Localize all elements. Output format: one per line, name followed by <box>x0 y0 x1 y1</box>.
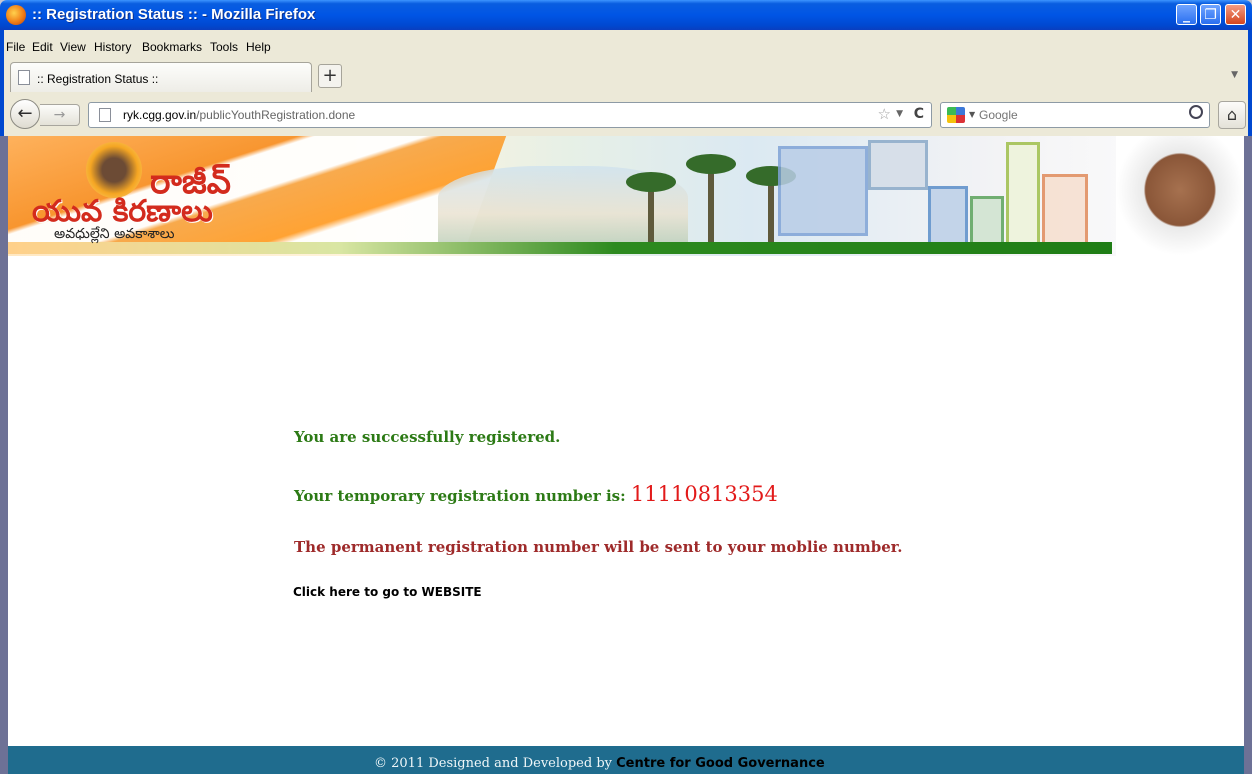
bookmark-star-icon[interactable]: ☆ <box>878 105 891 123</box>
menu-file[interactable]: File <box>6 40 25 54</box>
page-icon <box>99 108 111 122</box>
search-bar[interactable]: ▼ <box>940 102 1210 128</box>
engine-dropdown-icon[interactable]: ▼ <box>969 110 975 119</box>
menu-history[interactable]: History <box>94 40 131 54</box>
logo-tagline: అవధుల్లేని అవకాశాలు <box>54 226 175 242</box>
new-tab-button[interactable]: + <box>318 64 342 88</box>
palm-tree <box>686 154 736 244</box>
menu-help[interactable]: Help <box>246 40 271 54</box>
page-icon <box>18 70 30 85</box>
url-text[interactable]: ryk.cgg.gov.in/publicYouthRegistration.d… <box>123 108 355 122</box>
collage-panel <box>1042 174 1088 246</box>
forward-button[interactable]: → <box>40 104 80 126</box>
menu-bar: File Edit View History Bookmarks Tools H… <box>0 30 1252 60</box>
menu-view[interactable]: View <box>60 40 86 54</box>
collage-panel <box>970 196 1004 246</box>
footer-text: © 2011 Designed and Developed by Centre … <box>374 756 825 771</box>
website-link[interactable]: Click here to go to WEBSITE <box>293 585 482 599</box>
page-viewport: రాజీవ్ యువ కిరణాలు అవధుల్లేని అవకాశాలు Y… <box>8 136 1244 774</box>
temp-registration-label: Your temporary registration number is: <box>294 487 626 505</box>
back-button[interactable]: ← <box>10 99 40 129</box>
header-banner: రాజీవ్ యువ కిరణాలు అవధుల్లేని అవకాశాలు <box>8 136 1244 256</box>
menu-edit[interactable]: Edit <box>32 40 53 54</box>
footer-copyright: © 2011 Designed and Developed by <box>374 756 612 771</box>
menu-bookmarks[interactable]: Bookmarks <box>142 40 202 54</box>
window-titlebar[interactable]: :: Registration Status :: - Mozilla Fire… <box>0 0 1252 30</box>
menu-tools[interactable]: Tools <box>210 40 238 54</box>
palm-tree <box>626 172 676 244</box>
success-message: You are successfully registered. <box>294 428 561 446</box>
url-history-dropdown-icon[interactable]: ▼ <box>896 109 903 119</box>
footer-org: Centre for Good Governance <box>616 756 825 771</box>
left-border <box>0 136 8 774</box>
temp-registration-line: Your temporary registration number is: 1… <box>294 482 778 506</box>
navigation-bar: ← → ryk.cgg.gov.in/publicYouthRegistrati… <box>0 94 1252 136</box>
collage-panel <box>868 140 928 190</box>
restore-button[interactable]: ❐ <box>1200 4 1221 25</box>
url-path: /publicYouthRegistration.done <box>196 108 356 122</box>
tab-registration-status[interactable]: :: Registration Status :: <box>10 62 312 92</box>
reload-icon[interactable]: C <box>914 106 924 122</box>
temp-registration-number: 11110813354 <box>630 482 778 506</box>
home-button[interactable]: ⌂ <box>1218 101 1246 129</box>
search-input[interactable] <box>979 106 1159 124</box>
page-footer: © 2011 Designed and Developed by Centre … <box>8 746 1244 774</box>
firefox-icon <box>6 5 26 25</box>
google-engine-icon[interactable] <box>947 107 965 123</box>
logo-emblem <box>86 142 142 198</box>
tab-label: :: Registration Status :: <box>37 72 159 86</box>
permanent-registration-notice: The permanent registration number will b… <box>294 538 903 556</box>
banner-portrait <box>1116 136 1244 256</box>
collage-panel <box>1006 142 1040 246</box>
window-title: :: Registration Status :: - Mozilla Fire… <box>32 6 316 23</box>
collage-panel <box>928 186 968 246</box>
url-host: ryk.cgg.gov.in <box>123 108 197 122</box>
tab-list-chevron-icon[interactable]: ▼ <box>1231 70 1238 80</box>
close-button[interactable]: ✕ <box>1225 4 1246 25</box>
url-bar[interactable]: ryk.cgg.gov.in/publicYouthRegistration.d… <box>88 102 932 128</box>
minimize-button[interactable]: _ <box>1176 4 1197 25</box>
collage-panel <box>778 146 868 236</box>
search-icon[interactable] <box>1189 105 1203 119</box>
right-border <box>1244 136 1252 774</box>
palm-tree <box>746 166 796 244</box>
tab-strip: :: Registration Status :: + ▼ <box>0 60 1252 94</box>
